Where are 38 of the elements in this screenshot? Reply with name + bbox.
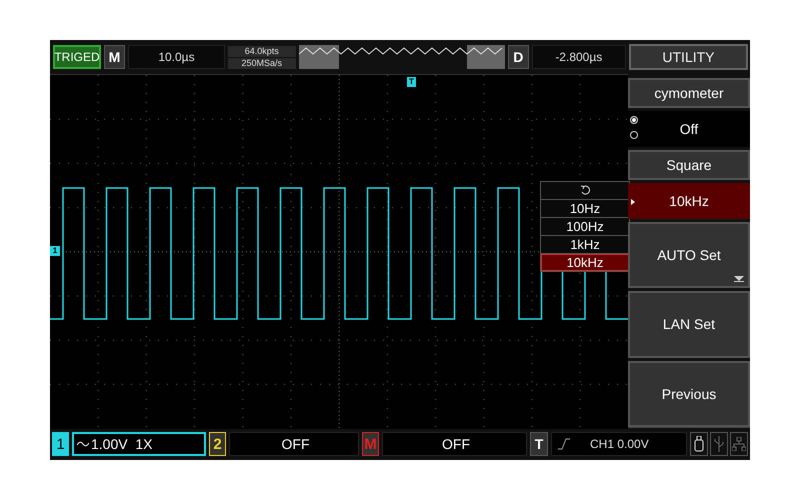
usb-icon — [710, 432, 728, 456]
menu-title: Square — [628, 150, 750, 180]
delay-value: -2.800µs — [532, 45, 626, 69]
radio-icon[interactable] — [630, 116, 638, 124]
trigger-marker: T — [407, 77, 416, 87]
network-icon — [730, 432, 748, 456]
trigger-status: TRIGED — [53, 45, 101, 69]
option-value: Off — [680, 121, 698, 137]
channel-number[interactable]: 1 — [52, 432, 69, 456]
value-menu-item[interactable]: 10kHz — [628, 183, 750, 219]
channel-value: 1.00V 1X — [91, 436, 152, 452]
trigger-value: CH1 0.00V — [590, 437, 649, 451]
menu-title: cymometer — [628, 78, 750, 108]
radio-menu-item[interactable]: Off — [628, 111, 750, 147]
memory-depth: 64.0kpts — [228, 46, 296, 56]
usb-drive-icon — [690, 432, 708, 456]
menu-button[interactable]: LAN Set — [628, 291, 750, 358]
menu-button[interactable]: AUTO Set — [628, 222, 750, 288]
rising-edge-icon — [558, 438, 570, 450]
channel-marker: 1 — [50, 246, 60, 256]
trigger-label: T — [530, 432, 548, 456]
timebase-label: M — [104, 45, 125, 69]
dropdown-option[interactable]: 1kHz — [541, 236, 629, 253]
utility-menu-title[interactable]: UTILITY — [628, 44, 748, 70]
delay-label: D — [508, 45, 529, 69]
channel-value: OFF — [282, 436, 310, 452]
rotate-icon — [580, 185, 590, 196]
pointer-icon — [631, 199, 635, 205]
channel-number[interactable]: 2 — [209, 432, 226, 456]
ac-coupling-icon — [77, 440, 89, 448]
channel-value: OFF — [442, 436, 470, 452]
radio-icon[interactable] — [630, 131, 638, 139]
dropdown-option[interactable]: 100Hz — [541, 218, 629, 235]
menu-button[interactable]: Previous — [628, 360, 750, 427]
sample-rate: 250MSa/s — [228, 58, 296, 68]
timebase-value: 10.0µs — [128, 45, 226, 69]
dropdown-option[interactable]: 10kHz — [541, 254, 629, 271]
dropdown-option[interactable]: 10Hz — [541, 200, 629, 217]
